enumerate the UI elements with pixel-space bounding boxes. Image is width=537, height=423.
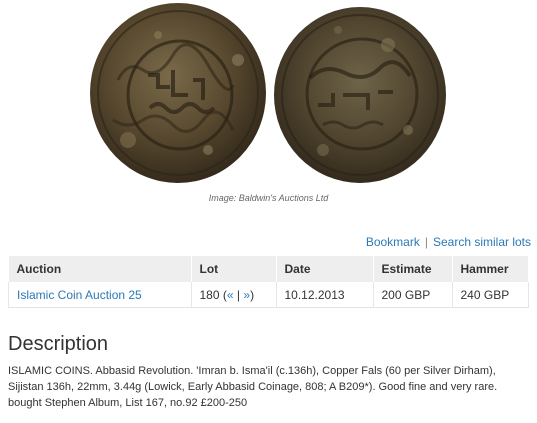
table-header-row: Auction Lot Date Estimate Hammer	[8, 256, 529, 282]
lot-nav-separator: |	[236, 287, 241, 302]
cell-hammer: 240 GBP	[452, 282, 529, 308]
bookmark-link[interactable]: Bookmark	[366, 235, 420, 249]
col-header-hammer: Hammer	[452, 256, 529, 282]
lot-number: 180	[199, 287, 220, 302]
col-header-date: Date	[276, 256, 374, 282]
lot-actions: Bookmark | Search similar lots	[366, 235, 531, 249]
table-row: Islamic Coin Auction 25 180 (« | ») 10.1…	[8, 282, 529, 308]
lot-nav-close: )	[250, 287, 255, 302]
coin-reverse	[274, 7, 446, 183]
action-separator: |	[424, 235, 428, 249]
col-header-auction: Auction	[8, 256, 192, 282]
cell-estimate: 200 GBP	[373, 282, 453, 308]
coin-photo	[90, 3, 446, 183]
lot-table: Auction Lot Date Estimate Hammer Islamic…	[8, 256, 529, 308]
search-similar-lots-link[interactable]: Search similar lots	[433, 235, 531, 249]
cell-date: 10.12.2013	[276, 282, 374, 308]
auction-link[interactable]: Islamic Coin Auction 25	[17, 288, 142, 302]
coin-images	[88, 0, 450, 186]
image-credit: Image: Baldwin's Auctions Ltd	[208, 193, 329, 203]
description-text: ISLAMIC COINS. Abbasid Revolution. 'Imra…	[8, 365, 498, 409]
previous-lot-link[interactable]: «	[227, 288, 234, 302]
col-header-lot: Lot	[191, 256, 277, 282]
cell-lot: 180 (« | »)	[191, 282, 277, 308]
coin-obverse	[90, 3, 266, 183]
col-header-estimate: Estimate	[373, 256, 453, 282]
description-heading: Description	[8, 333, 109, 355]
cell-auction: Islamic Coin Auction 25	[8, 282, 192, 308]
